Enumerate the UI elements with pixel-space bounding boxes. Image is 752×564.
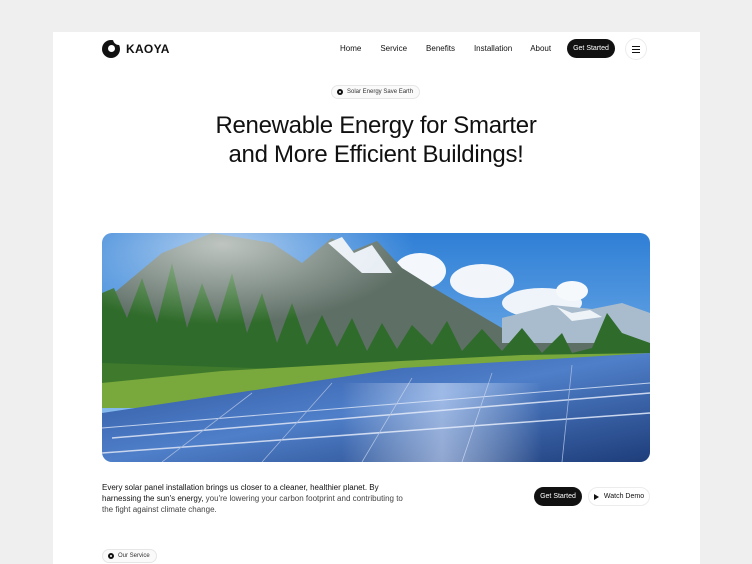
- badge-icon: [337, 89, 343, 95]
- hero-badge: Solar Energy Save Earth: [331, 85, 421, 99]
- nav-link-service[interactable]: Service: [380, 44, 407, 53]
- hero-badge-label: Solar Energy Save Earth: [347, 89, 414, 95]
- play-icon: [593, 493, 599, 500]
- nav-link-about[interactable]: About: [530, 44, 551, 53]
- our-service-label: Our Service: [118, 553, 150, 559]
- logo-icon: [102, 38, 120, 58]
- intro-text: Every solar panel installation brings us…: [102, 482, 412, 515]
- nav-link-installation[interactable]: Installation: [474, 44, 512, 53]
- nav-links: Home Service Benefits Installation About: [340, 44, 551, 53]
- hero-image: [102, 233, 650, 462]
- brand-name: KAOYA: [126, 42, 170, 56]
- get-started-button[interactable]: Get Started: [567, 39, 615, 58]
- hero-headline: Renewable Energy for Smarter and More Ef…: [215, 112, 537, 168]
- brand-logo[interactable]: KAOYA: [102, 38, 170, 58]
- watch-demo-button[interactable]: Watch Demo: [588, 487, 650, 506]
- hero-get-started-button[interactable]: Get Started: [534, 487, 582, 506]
- nav-link-benefits[interactable]: Benefits: [426, 44, 455, 53]
- menu-icon[interactable]: [625, 38, 647, 60]
- top-nav: KAOYA Home Service Benefits Installation…: [53, 32, 700, 66]
- landing-page: KAOYA Home Service Benefits Installation…: [53, 32, 700, 564]
- watch-demo-label: Watch Demo: [603, 493, 645, 500]
- our-service-badge: Our Service: [102, 549, 157, 563]
- nav-link-home[interactable]: Home: [340, 44, 361, 53]
- badge-icon: [108, 553, 114, 559]
